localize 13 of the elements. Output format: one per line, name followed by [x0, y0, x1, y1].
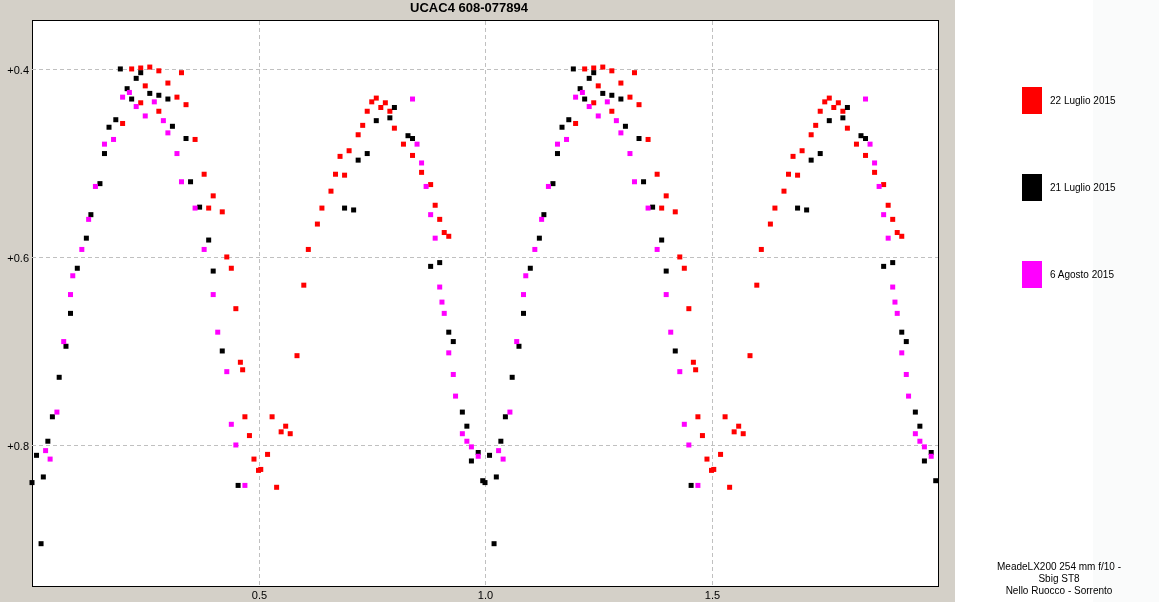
- chart-title: UCAC4 608-077894: [409, 0, 529, 17]
- credit-line: MeadeLX200 254 mm f/10 -: [996, 561, 1122, 573]
- credit-line: Sbig ST8: [1037, 573, 1081, 585]
- x-tick-label: 1.5: [704, 589, 721, 601]
- credit-line: Nello Ruocco - Sorrento: [1004, 585, 1114, 597]
- legend-label: 6 Agosto 2015: [1050, 269, 1114, 280]
- y-tick-label: +0.6: [7, 251, 29, 264]
- legend-label: 21 Luglio 2015: [1050, 182, 1116, 193]
- y-tick-label: +0.4: [7, 63, 29, 76]
- y-tick-label: +0.8: [7, 439, 29, 452]
- x-tick-label: 1.0: [477, 589, 494, 601]
- x-tick-label: 0.5: [251, 589, 268, 601]
- legend-label: 22 Luglio 2015: [1050, 95, 1116, 106]
